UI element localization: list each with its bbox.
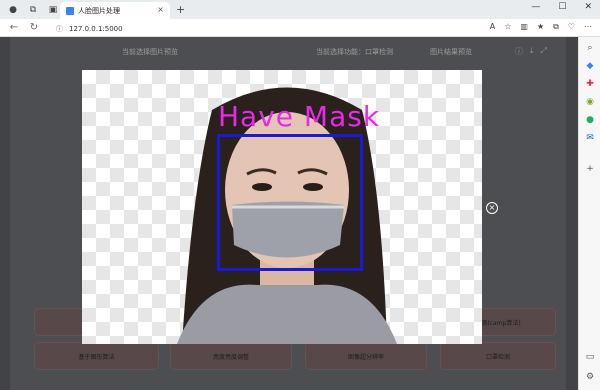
office-icon[interactable]: ● bbox=[583, 113, 597, 127]
settings-more-icon[interactable]: ⋯ bbox=[584, 22, 592, 32]
address-bar-icons: A ☆ ▥ ★ ⧉ ♡ ⋯ bbox=[490, 22, 592, 32]
back-icon[interactable]: ← bbox=[8, 22, 20, 33]
tab-close-icon[interactable]: × bbox=[157, 5, 164, 14]
read-aloud-icon[interactable]: A bbox=[490, 22, 495, 32]
site-info-icon[interactable]: ⓘ bbox=[56, 24, 63, 34]
favorite-star-icon[interactable]: ☆ bbox=[504, 22, 511, 32]
add-icon[interactable]: + bbox=[583, 162, 597, 176]
extensions-icon[interactable]: ♡ bbox=[568, 22, 575, 32]
profile-icon[interactable]: ● bbox=[6, 3, 20, 17]
url-field[interactable]: ⓘ 127.0.0.1:5000 bbox=[56, 22, 486, 35]
circle-x-icon[interactable]: × bbox=[486, 202, 498, 214]
minimize-icon[interactable]: — bbox=[531, 2, 540, 12]
settings-icon[interactable]: ⚙ bbox=[583, 370, 597, 384]
close-window-icon[interactable]: ✕ bbox=[584, 2, 592, 12]
right-sidebar: ⌕ ◆ ✚ ◉ ● ✉ + ▭ ⚙ bbox=[578, 37, 600, 390]
tab-active[interactable]: 人脸图片处理 × bbox=[60, 2, 170, 19]
maximize-icon[interactable]: ☐ bbox=[558, 2, 566, 12]
outlook-icon[interactable]: ✉ bbox=[583, 131, 597, 145]
refresh-icon[interactable]: ↻ bbox=[28, 22, 40, 33]
face-bounding-box bbox=[217, 134, 363, 271]
collections-icon[interactable]: ⧉ bbox=[26, 3, 40, 17]
browser-window: ● ⧉ ▣ 人脸图片处理 × + — ☐ ✕ ← ↻ ⓘ 127.0.0.1:5… bbox=[0, 0, 600, 390]
tab-favicon-icon bbox=[66, 6, 74, 15]
favorites-icon[interactable]: ★ bbox=[537, 22, 544, 32]
collections-bar-icon[interactable]: ⧉ bbox=[553, 22, 559, 32]
new-tab-button[interactable]: + bbox=[176, 3, 185, 16]
split-screen-icon[interactable]: ▥ bbox=[520, 22, 528, 32]
title-bar: ● ⧉ ▣ 人脸图片处理 × + — ☐ ✕ bbox=[0, 0, 600, 19]
search-icon[interactable]: ⌕ bbox=[583, 41, 597, 55]
detection-label: Have Mask bbox=[218, 100, 381, 133]
window-controls: — ☐ ✕ bbox=[531, 2, 592, 12]
address-bar: ← ↻ ⓘ 127.0.0.1:5000 A ☆ ▥ ★ ⧉ ♡ ⋯ bbox=[0, 19, 600, 37]
split-icon[interactable]: ▭ bbox=[583, 350, 597, 364]
page-content: 当前选择图片预览 当前选择功能：口罩检测 图片结果预览 ⓘ ⤓ ⤢ A 检测(c… bbox=[0, 37, 578, 390]
tab-title: 人脸图片处理 bbox=[78, 6, 120, 15]
url-text: 127.0.0.1:5000 bbox=[69, 24, 123, 33]
tab-actions-icon[interactable]: ▣ bbox=[46, 3, 60, 17]
shopping-icon[interactable]: ◆ bbox=[583, 59, 597, 73]
games-icon[interactable]: ◉ bbox=[583, 95, 597, 109]
tools-icon[interactable]: ✚ bbox=[583, 77, 597, 91]
result-image-preview: Have Mask bbox=[82, 70, 482, 344]
